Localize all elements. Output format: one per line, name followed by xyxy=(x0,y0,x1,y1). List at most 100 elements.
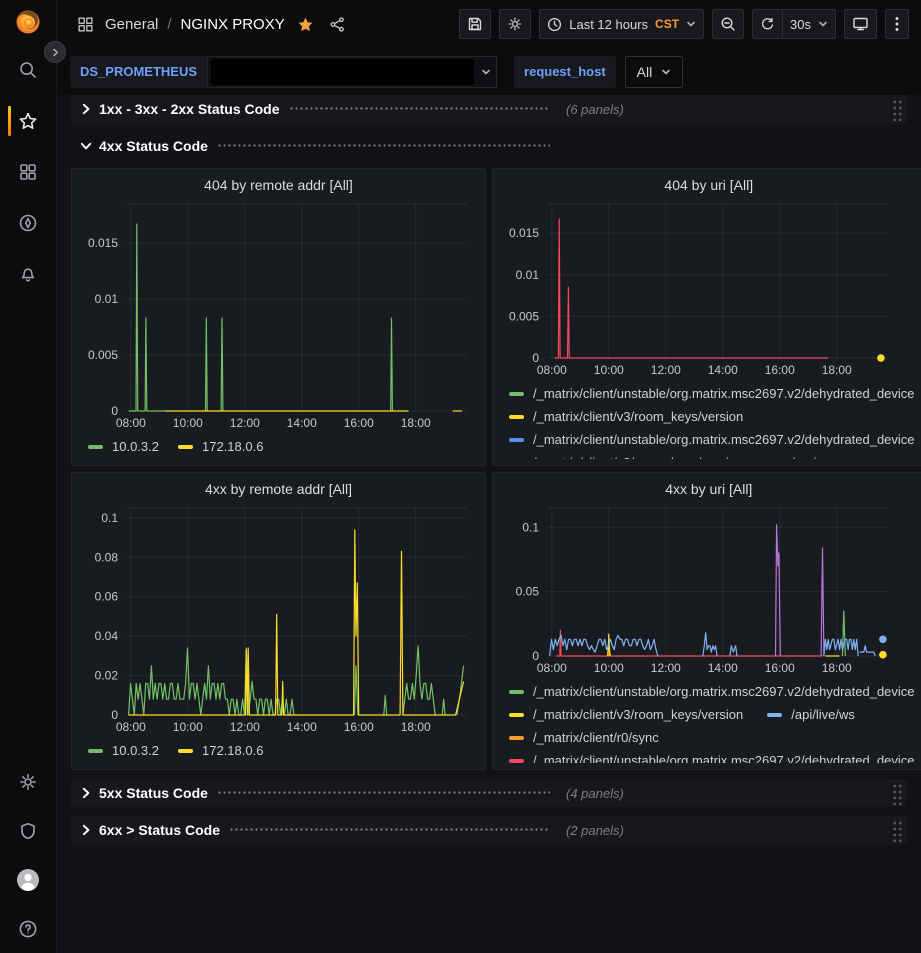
svg-text:0.005: 0.005 xyxy=(88,348,118,362)
zoom-out-button[interactable] xyxy=(712,9,744,39)
chevron-right-icon xyxy=(51,48,60,57)
row-dotted-leader xyxy=(217,144,550,147)
more-menu-button[interactable] xyxy=(885,9,909,39)
legend-item[interactable]: 172.18.0.6 xyxy=(178,743,263,758)
breadcrumb-folder[interactable]: General xyxy=(105,16,158,33)
legend-item[interactable]: /sw.js xyxy=(767,455,823,459)
svg-text:12:00: 12:00 xyxy=(651,661,681,675)
series-color-dash xyxy=(509,415,524,419)
sidebar-item-explore[interactable] xyxy=(0,211,56,235)
chart-4xx-by-remote-addr[interactable]: 00.020.040.060.080.108:0010:0012:0014:00… xyxy=(80,500,477,736)
legend-item[interactable]: /_matrix/client/unstable/org.matrix.msc2… xyxy=(509,753,915,763)
sidebar-item-help[interactable] xyxy=(0,917,56,941)
sidebar-item-dashboards[interactable] xyxy=(0,160,56,184)
legend-item[interactable]: 172.18.0.6 xyxy=(178,439,263,454)
save-dashboard-button[interactable] xyxy=(459,9,491,39)
sidebar-item-search[interactable] xyxy=(0,58,56,82)
legend-item[interactable]: /api/live/ws xyxy=(767,707,855,722)
variable-value-ds-prometheus[interactable] xyxy=(207,56,497,88)
legend-item[interactable]: 10.0.3.2 xyxy=(88,439,159,454)
svg-text:18:00: 18:00 xyxy=(401,720,431,734)
chevron-right-icon xyxy=(80,103,92,115)
svg-text:08:00: 08:00 xyxy=(537,661,567,675)
panel-title[interactable]: 404 by remote addr [All] xyxy=(80,174,477,196)
svg-text:12:00: 12:00 xyxy=(651,363,681,377)
series-color-dash xyxy=(88,445,103,449)
svg-text:10:00: 10:00 xyxy=(594,363,624,377)
legend-item[interactable]: /_matrix/client/unstable/org.matrix.msc2… xyxy=(509,386,915,401)
series-color-dash xyxy=(509,759,524,763)
panel-legend: 10.0.3.2 172.18.0.6 xyxy=(80,432,477,459)
series-color-dash xyxy=(509,690,524,694)
refresh-button-group: 30s xyxy=(752,9,836,39)
monitor-icon xyxy=(852,16,869,32)
svg-text:0.01: 0.01 xyxy=(516,268,540,282)
row-drag-handle[interactable] xyxy=(892,818,903,842)
chevron-down-icon xyxy=(481,67,491,77)
row-4xx[interactable]: 4xx Status Code xyxy=(71,132,907,160)
legend-item[interactable]: /_matrix/client/r0/sync xyxy=(509,730,659,745)
breadcrumb-separator: / xyxy=(167,16,171,33)
svg-text:0.02: 0.02 xyxy=(95,669,119,683)
chart-4xx-by-uri[interactable]: 00.050.108:0010:0012:0014:0016:0018:00 xyxy=(501,500,917,677)
panel-title[interactable]: 4xx by uri [All] xyxy=(501,478,917,500)
svg-text:0.05: 0.05 xyxy=(516,585,540,599)
variable-value-request-host[interactable]: All xyxy=(625,56,684,88)
bell-icon xyxy=(18,264,38,284)
series-color-dash xyxy=(509,713,524,717)
chevron-down-icon xyxy=(686,19,696,29)
row-title: 4xx Status Code xyxy=(99,138,208,154)
refresh-interval-label: 30s xyxy=(790,17,811,32)
svg-text:08:00: 08:00 xyxy=(537,363,567,377)
row-drag-handle[interactable] xyxy=(892,781,903,805)
sidebar-item-starred[interactable] xyxy=(0,109,56,133)
sidebar-item-alerting[interactable] xyxy=(0,262,56,286)
sidebar-item-server-admin[interactable] xyxy=(0,819,56,843)
legend-item[interactable]: /_matrix/client/unstable/org.matrix.msc2… xyxy=(509,684,915,699)
svg-text:0.08: 0.08 xyxy=(95,550,119,564)
panel-404-by-remote-addr: 404 by remote addr [All] 00.0050.010.015… xyxy=(71,168,486,466)
chevron-right-icon xyxy=(80,824,92,836)
row-drag-handle[interactable] xyxy=(892,97,903,121)
dashboard-settings-button[interactable] xyxy=(499,9,531,39)
share-icon[interactable] xyxy=(329,16,346,33)
refresh-interval-picker[interactable]: 30s xyxy=(783,9,836,39)
cycle-view-mode-button[interactable] xyxy=(844,9,877,39)
redacted-value xyxy=(211,59,474,85)
refresh-button[interactable] xyxy=(752,9,783,39)
variable-label-ds-prometheus: DS_PROMETHEUS xyxy=(70,56,207,88)
legend-item[interactable]: /_matrix/client/v3/room_keys/version xyxy=(509,707,743,722)
svg-text:0.015: 0.015 xyxy=(88,236,118,250)
dashboards-grid-icon xyxy=(18,162,38,182)
menu-expand-button[interactable] xyxy=(44,41,66,63)
legend-item[interactable]: /_matrix/client/unstable/org.matrix.msc2… xyxy=(509,432,915,447)
grafana-logo[interactable] xyxy=(0,10,56,34)
panel-title[interactable]: 4xx by remote addr [All] xyxy=(80,478,477,500)
row-panel-count: (4 panels) xyxy=(566,786,624,801)
chart-404-by-uri[interactable]: 00.0050.010.01508:0010:0012:0014:0016:00… xyxy=(501,196,917,379)
variable-selected-value: All xyxy=(637,64,653,80)
row-1xx-3xx-2xx[interactable]: 1xx - 3xx - 2xx Status Code (6 panels) xyxy=(71,95,907,123)
row-5xx[interactable]: 5xx Status Code (4 panels) xyxy=(71,779,907,807)
svg-text:14:00: 14:00 xyxy=(708,661,738,675)
svg-text:12:00: 12:00 xyxy=(230,416,260,430)
refresh-icon xyxy=(760,17,775,32)
time-range-label: Last 12 hours xyxy=(569,17,648,32)
row-6xx[interactable]: 6xx > Status Code (2 panels) xyxy=(71,816,907,844)
legend-item[interactable]: 10.0.3.2 xyxy=(88,743,159,758)
series-color-dash xyxy=(178,445,193,449)
chevron-down-icon xyxy=(661,67,671,77)
legend-item[interactable]: /_matrix/client/v3/room_keys/version xyxy=(509,409,743,424)
submenu-bar: DS_PROMETHEUS request_host All xyxy=(57,48,921,95)
dashboard-apps-icon xyxy=(77,16,94,33)
favorite-star-icon[interactable] xyxy=(297,16,314,33)
panel-title[interactable]: 404 by uri [All] xyxy=(501,174,917,196)
chart-404-by-remote-addr[interactable]: 00.0050.010.01508:0010:0012:0014:0016:00… xyxy=(80,196,477,432)
sidebar-item-profile[interactable] xyxy=(0,868,56,892)
time-range-picker[interactable]: Last 12 hours CST xyxy=(539,9,704,39)
series-color-dash xyxy=(88,749,103,753)
sidebar-item-configuration[interactable] xyxy=(0,770,56,794)
svg-text:14:00: 14:00 xyxy=(708,363,738,377)
legend-item[interactable]: /_matrix/client/v3/room_keys/version xyxy=(509,455,743,459)
breadcrumb-dashboard-title[interactable]: NGINX PROXY xyxy=(181,16,285,33)
